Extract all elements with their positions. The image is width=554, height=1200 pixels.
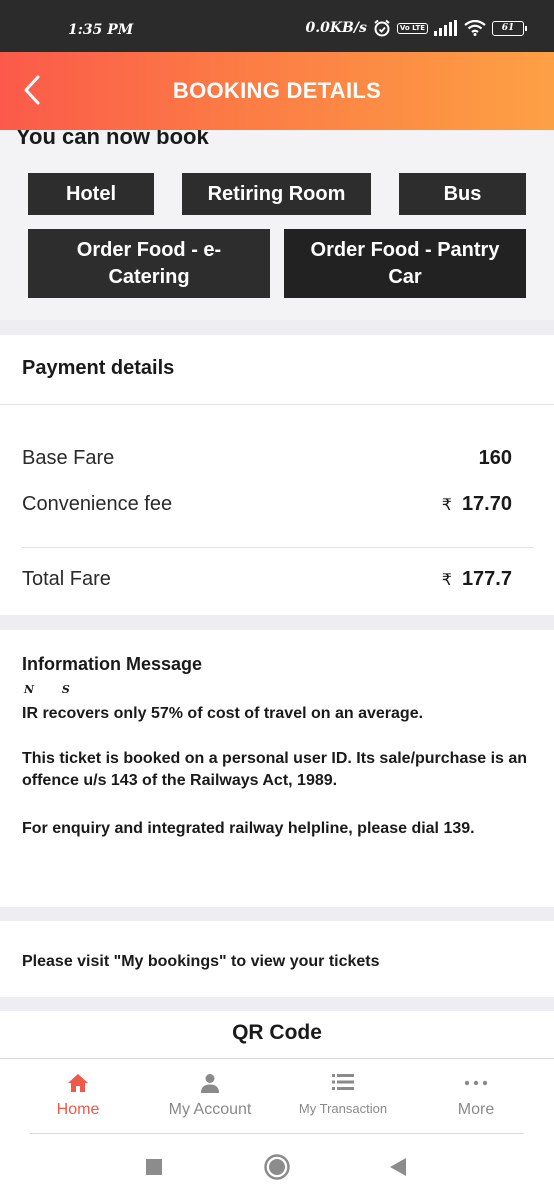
nav-my-transaction-label: My Transaction — [298, 1101, 388, 1116]
total-fare-amount: 177.7 — [461, 568, 512, 590]
info-line-3: For enquiry and integrated railway helpl… — [22, 820, 475, 837]
status-time: 1:35 PM — [68, 22, 134, 38]
home-icon — [68, 1074, 88, 1092]
information-card: Information Message N S IR recovers only… — [0, 630, 554, 907]
rupee-icon: ₹ — [441, 571, 452, 589]
convenience-fee-label: Convenience fee — [22, 493, 173, 515]
order-food-pantry-button[interactable]: Order Food - Pantry Car — [284, 229, 526, 298]
payment-details-card: Payment details Base Fare 160 Convenienc… — [0, 335, 554, 615]
alarm-icon — [374, 19, 390, 37]
status-bar: 1:35 PM 0.0KB/s Vo LTE 61 — [0, 0, 554, 52]
total-fare-row: Total Fare ₹ 177.7 — [22, 568, 512, 591]
hotel-button[interactable]: Hotel — [28, 173, 154, 215]
payment-title: Payment details — [22, 357, 175, 379]
info-ns: N S — [24, 683, 70, 696]
status-icons: 0.0KB/s Vo LTE 61 — [305, 19, 527, 37]
base-fare-row: Base Fare 160 — [22, 447, 512, 470]
list-icon — [332, 1074, 354, 1090]
rupee-icon: ₹ — [441, 496, 452, 514]
divider — [22, 547, 534, 548]
info-title: Information Message — [22, 654, 203, 674]
signal-icon — [434, 20, 457, 36]
visit-bookings-text: Please visit "My bookings" to view your … — [22, 953, 380, 970]
nav-home[interactable]: Home — [22, 1059, 134, 1133]
divider — [0, 404, 554, 405]
recents-icon[interactable] — [145, 1158, 163, 1176]
nav-my-account[interactable]: My Account — [154, 1059, 266, 1133]
base-fare-label: Base Fare — [22, 447, 115, 469]
total-fare-value: ₹ 177.7 — [442, 568, 512, 591]
account-icon — [201, 1074, 219, 1093]
battery-icon: 61 — [492, 20, 527, 36]
visit-bookings-card: Please visit "My bookings" to view your … — [0, 921, 554, 997]
retiring-room-button[interactable]: Retiring Room — [182, 173, 371, 215]
back-triangle-icon[interactable] — [388, 1157, 408, 1177]
convenience-fee-value: ₹ 17.70 — [442, 493, 512, 516]
total-fare-label: Total Fare — [22, 568, 111, 590]
qr-title: QR Code — [232, 1021, 322, 1044]
nav-my-transaction[interactable]: My Transaction — [283, 1059, 403, 1133]
convenience-fee-amount: 17.70 — [461, 493, 512, 515]
convenience-fee-row: Convenience fee ₹ 17.70 — [22, 493, 512, 516]
divider — [30, 1133, 524, 1134]
info-line-1: IR recovers only 57% of cost of travel o… — [22, 705, 424, 722]
page-title: BOOKING DETAILS — [172, 78, 382, 103]
app-bar: BOOKING DETAILS — [0, 52, 554, 130]
network-speed: 0.0KB/s — [305, 20, 367, 36]
nav-more-label: More — [457, 1101, 495, 1118]
home-circle-icon[interactable] — [263, 1153, 291, 1181]
order-food-ecatering-button[interactable]: Order Food - e-Catering — [28, 229, 270, 298]
nav-more[interactable]: More — [420, 1059, 532, 1133]
book-heading: You can now book — [16, 130, 209, 149]
qr-card: QR Code — [0, 1011, 554, 1059]
nav-my-account-label: My Account — [168, 1101, 252, 1118]
bottom-nav: Home My Account My Transaction More — [0, 1059, 554, 1135]
volte-icon: Vo LTE — [396, 22, 428, 34]
book-section: You can now book Hotel Retiring Room Bus… — [0, 130, 554, 320]
more-icon — [464, 1080, 488, 1086]
info-line-2: This ticket is booked on a personal user… — [22, 750, 528, 789]
base-fare-value: 160 — [479, 447, 512, 470]
nav-home-label: Home — [56, 1101, 100, 1118]
bus-button[interactable]: Bus — [399, 173, 526, 215]
base-fare-amount: 160 — [478, 447, 512, 469]
wifi-icon — [464, 20, 486, 36]
system-nav-bar — [0, 1135, 554, 1200]
